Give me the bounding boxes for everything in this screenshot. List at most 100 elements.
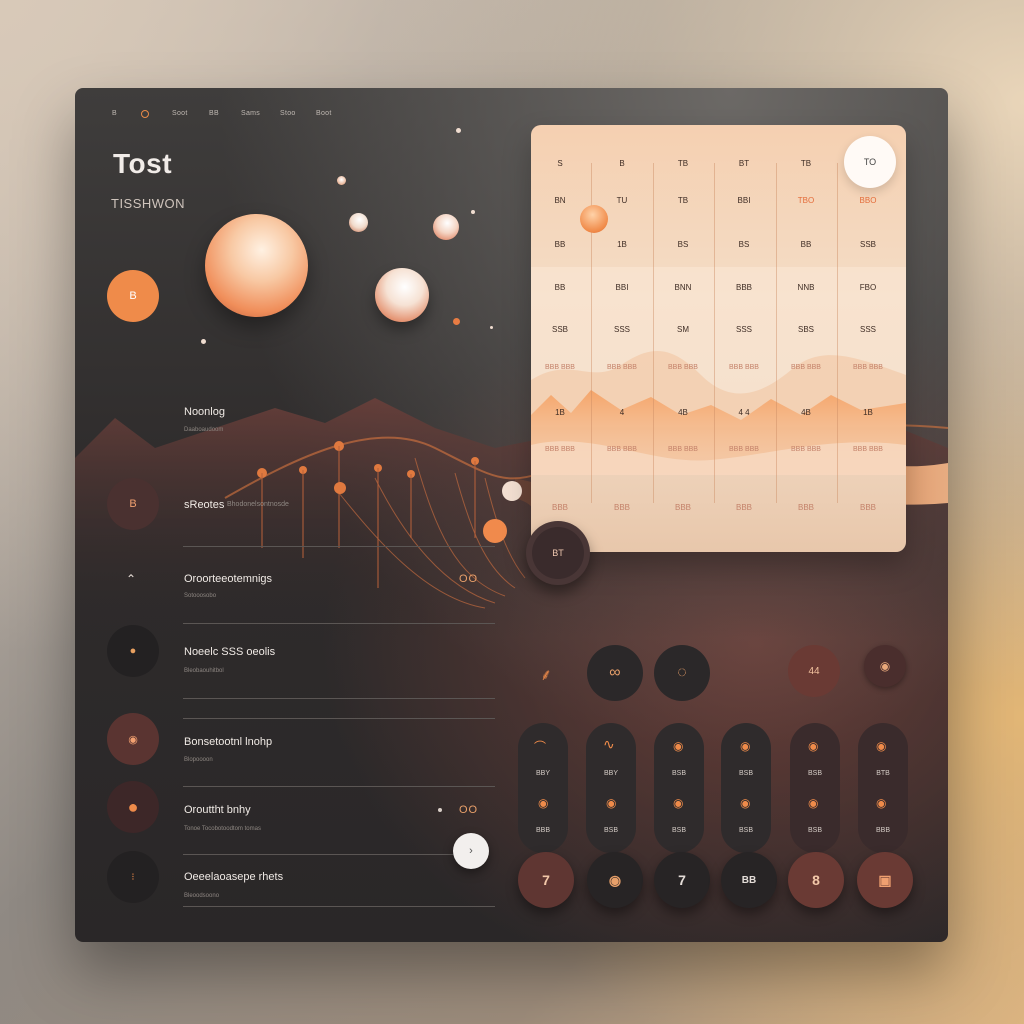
calendar-cell[interactable]: S <box>535 159 585 168</box>
calendar-cell[interactable]: TU <box>597 196 647 205</box>
star-dot <box>456 128 461 133</box>
key-bb[interactable]: BB <box>721 852 777 908</box>
calendar-cell[interactable]: BBB BBB <box>786 363 826 373</box>
calendar-cell[interactable]: BBB <box>597 503 647 512</box>
calendar-cell[interactable]: 4 <box>597 408 647 417</box>
nav-item[interactable]: Boot <box>316 110 332 117</box>
calendar-cell[interactable]: BBO <box>843 196 893 205</box>
eye-icon[interactable]: ◉ <box>107 713 159 765</box>
calendar-cell[interactable]: BN <box>535 196 585 205</box>
calendar-cell[interactable]: SSS <box>719 325 769 334</box>
number-button-44[interactable]: 44 <box>788 645 840 697</box>
calendar-cell[interactable]: BBB BBB <box>602 445 642 455</box>
key-8[interactable]: 8 <box>788 852 844 908</box>
calendar-cell[interactable]: BB <box>535 240 585 249</box>
calendar-cell[interactable]: SBS <box>781 325 831 334</box>
calendar-cell[interactable]: BBI <box>719 196 769 205</box>
calendar-cell[interactable]: BBB BBB <box>602 363 642 373</box>
calendar-cell[interactable]: BS <box>658 240 708 249</box>
calendar-cell[interactable]: NNB <box>781 283 831 292</box>
target-icon[interactable]: ◉ <box>864 645 906 687</box>
nav-dot-icon[interactable] <box>141 110 149 118</box>
link-icon[interactable]: ∞ <box>587 645 643 701</box>
calendar-cell[interactable]: TB <box>781 159 831 168</box>
key-7[interactable]: 7 <box>654 852 710 908</box>
dot-icon[interactable]: ◉ <box>606 796 616 810</box>
dot-icon[interactable]: ◉ <box>876 796 886 810</box>
circle-icon[interactable]: ◌ <box>654 645 710 701</box>
calendar-cell[interactable]: 1B <box>597 240 647 249</box>
feather-icon[interactable]: ⸙ <box>530 658 562 690</box>
circle-button-b[interactable]: B <box>107 270 159 322</box>
square-icon[interactable]: ▣ <box>857 852 913 908</box>
row-value: OO <box>459 573 479 585</box>
dot-icon[interactable]: ◉ <box>673 739 683 753</box>
key-7[interactable]: 7 <box>518 852 574 908</box>
calendar-cell[interactable]: BBB BBB <box>540 445 580 455</box>
circle-button-b[interactable]: B <box>107 478 159 530</box>
calendar-cell[interactable]: BBB BBB <box>663 445 703 455</box>
grid-line <box>776 163 777 503</box>
dot-icon[interactable]: ◉ <box>538 796 548 810</box>
record-icon[interactable]: ● <box>107 625 159 677</box>
nav-item[interactable]: Sams <box>241 110 260 117</box>
dot-icon[interactable]: ◉ <box>808 796 818 810</box>
dot-icon[interactable]: ◉ <box>740 739 750 753</box>
nav-item[interactable]: B <box>112 110 117 117</box>
calendar-cell[interactable]: BBB <box>535 503 585 512</box>
wave-icon[interactable]: ∿ <box>603 736 615 753</box>
calendar-cell[interactable]: BS <box>719 240 769 249</box>
calendar-cell[interactable]: 1B <box>535 408 585 417</box>
calendar-grid[interactable]: TO S B TB BT TB BN TU TB BBI TBO BBO BB 1B BS BS BB SSB B… <box>531 125 906 552</box>
calendar-cell[interactable]: BBB <box>719 503 769 512</box>
calendar-cell[interactable]: BT <box>719 159 769 168</box>
calendar-cell[interactable]: SSS <box>843 325 893 334</box>
calendar-cell[interactable]: BBB BBB <box>540 363 580 373</box>
calendar-cell[interactable]: TB <box>658 159 708 168</box>
nav-item[interactable]: Stoo <box>280 110 296 117</box>
calendar-cell[interactable]: BB <box>535 283 585 292</box>
calendar-cell[interactable]: BB <box>781 240 831 249</box>
calendar-cell[interactable]: BBB <box>781 503 831 512</box>
nav-item[interactable]: BB <box>209 110 219 117</box>
slider-thumb-icon[interactable]: › <box>453 833 489 869</box>
dot-icon[interactable]: ◉ <box>673 796 683 810</box>
calendar-cell[interactable]: TBO <box>781 196 831 205</box>
calendar-cell[interactable]: 4B <box>781 408 831 417</box>
calendar-cell[interactable]: BBB BBB <box>724 363 764 373</box>
dot-button-icon[interactable]: ● <box>107 781 159 833</box>
chevron-up-icon[interactable]: ⌃ <box>120 568 142 590</box>
drop-icon[interactable]: ⁝ <box>107 851 159 903</box>
dot-icon[interactable]: ◉ <box>740 796 750 810</box>
calendar-cell[interactable]: 4 4 <box>719 408 769 417</box>
record-icon[interactable]: ◉ <box>587 852 643 908</box>
calendar-cell[interactable]: BBB <box>719 283 769 292</box>
slider-track[interactable] <box>183 854 453 855</box>
calendar-cell[interactable]: SSS <box>597 325 647 334</box>
wave-icon[interactable]: ⌒ <box>534 738 546 755</box>
calendar-cell[interactable]: FBO <box>843 283 893 292</box>
calendar-cell[interactable]: SSB <box>843 240 893 249</box>
calendar-cell[interactable]: BBB BBB <box>848 445 888 455</box>
calendar-cell[interactable]: B <box>597 159 647 168</box>
dot-icon[interactable]: ◉ <box>876 739 886 753</box>
calendar-cell[interactable]: BBB BBB <box>786 445 826 455</box>
calendar-cell[interactable]: 4B <box>658 408 708 417</box>
divider <box>183 786 495 787</box>
dot-icon[interactable]: ◉ <box>808 739 818 753</box>
calendar-cell[interactable]: BBB BBB <box>724 445 764 455</box>
calendar-cell[interactable]: BBB <box>843 503 893 512</box>
calendar-cell[interactable]: BBB BBB <box>848 363 888 373</box>
calendar-cell[interactable]: 1B <box>843 408 893 417</box>
calendar-cell[interactable]: SSB <box>535 325 585 334</box>
calendar-cell[interactable]: BNN <box>658 283 708 292</box>
calendar-top-button[interactable]: TO <box>844 136 896 188</box>
calendar-cell[interactable]: TB <box>658 196 708 205</box>
calendar-cell[interactable]: SM <box>658 325 708 334</box>
calendar-cell[interactable]: BBB BBB <box>663 363 703 373</box>
key-label: BBY <box>603 770 618 777</box>
calendar-cell[interactable]: BBB <box>658 503 708 512</box>
calendar-floating-button[interactable]: BT <box>526 521 590 585</box>
nav-item[interactable]: Soot <box>172 110 188 117</box>
calendar-cell[interactable]: BBI <box>597 283 647 292</box>
